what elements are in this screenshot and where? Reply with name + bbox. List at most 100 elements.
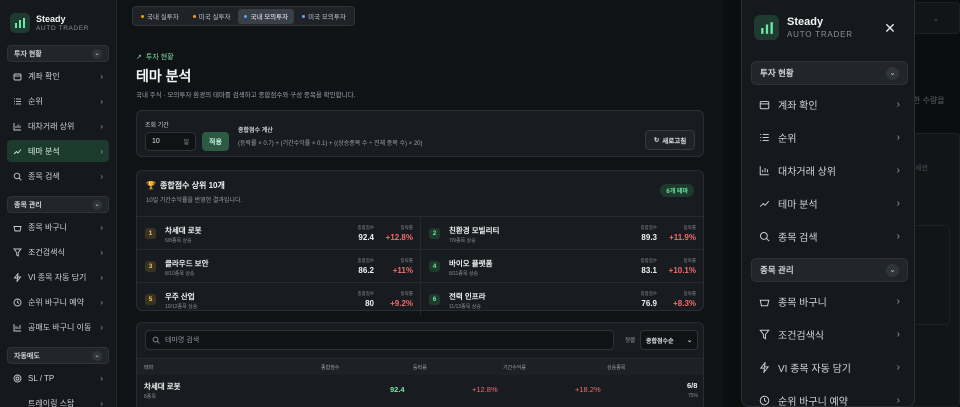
drawer-item-label: 조건검색식 — [778, 330, 824, 342]
brand-name: Steady — [36, 14, 66, 24]
chevron-right-icon: › — [100, 247, 103, 257]
trend-icon — [13, 399, 22, 407]
bar-chart-icon — [13, 323, 22, 332]
theme-up-count: 8/10종목 상승 — [165, 271, 195, 277]
drawer-item-label: VI 종목 자동 담기 — [778, 363, 851, 375]
drawer-item-rank[interactable]: 순위 › — [751, 124, 908, 150]
col-period: 기간수익률 — [503, 365, 527, 371]
drawer-item-rank-reserve[interactable]: 순위 바구니 예약 › — [751, 387, 908, 407]
list-icon — [13, 97, 22, 106]
drawer-item-account[interactable]: 계좌 확인 › — [751, 91, 908, 117]
section-label: 종목 관리 — [14, 201, 42, 209]
theme-table-card: 테마명 검색 정렬 종합점수순 ⌄ 테마 종합점수 등락률 기간수익률 상승종목 … — [136, 322, 704, 407]
list-icon — [759, 132, 770, 143]
trophy-icon: 🏆 — [146, 181, 156, 190]
rank-badge: 5 — [145, 294, 156, 305]
sidebar-item-basket[interactable]: 종목 바구니 › — [7, 216, 109, 238]
chevron-right-icon: › — [100, 322, 103, 332]
tab-us-real[interactable]: 미국 실투자 — [187, 9, 237, 24]
main-content: 국내 실투자 미국 실투자 국내 모의투자 미국 모의투자 ↗ 투자 현황 테마 … — [117, 0, 723, 407]
sidebar-item-rank-reserve[interactable]: 순위 바구니 예약 › — [7, 291, 109, 313]
sidebar-item-label: SL / TP — [28, 373, 55, 383]
theme-card[interactable]: 3 클라우드 보안 8/10종목 상승 종합점수 86.2 등락률 +11% — [137, 249, 420, 282]
search-icon — [759, 231, 770, 242]
sidebar-item-search[interactable]: 종목 검색 › — [7, 165, 109, 187]
close-icon[interactable]: ✕ — [882, 20, 898, 36]
chevron-right-icon: › — [896, 328, 900, 340]
theme-card[interactable]: 1 차세대 로봇 6/8종목 상승 종합점수 92.4 등락률 +12.8% — [137, 216, 420, 249]
sidebar-item-condition[interactable]: 조건검색식 › — [7, 241, 109, 263]
sidebar-item-label: 종목 검색 — [28, 171, 60, 181]
drawer-item-label: 대차거래 상위 — [778, 166, 836, 178]
sidebar-item-theme[interactable]: 테마 분석 › — [7, 140, 109, 162]
section-investment[interactable]: 투자 현황 ⌄ — [751, 61, 908, 85]
tab-label: 국내 모의투자 — [250, 14, 289, 21]
theme-card[interactable]: 4 바이오 플랫폼 8/11종목 상승 종합점수 83.1 등락률 +10.1% — [420, 249, 703, 282]
section-stock-mgmt[interactable]: 종목 관리 ⌄ — [751, 258, 908, 282]
background-text: 한 수량을 — [913, 96, 945, 105]
theme-card[interactable]: 6 전력 인프라 11/13종목 상승 종합점수 76.9 등락률 +8.3% — [420, 282, 703, 315]
section-label: 투자 현황 — [14, 50, 42, 58]
sidebar-item-label: 계좌 확인 — [28, 71, 60, 81]
theme-change: +9.2% — [390, 299, 413, 308]
chevron-right-icon: › — [896, 164, 900, 176]
row-up: 6/8 — [687, 381, 698, 390]
section-auto-sell[interactable]: 자동매도 ⌄ — [7, 347, 109, 364]
section-stock-mgmt[interactable]: 종목 관리 ⌄ — [7, 196, 109, 213]
drawer-item-label: 순위 바구니 예약 — [778, 396, 848, 407]
row-theme-sub: 8종목 — [144, 394, 156, 400]
sidebar-item-rank[interactable]: 순위 › — [7, 90, 109, 112]
app: Steady AUTO TRADER 투자 현황 ⌄ 계좌 확인 › 순위 › 대차거… — [0, 0, 960, 407]
sort-select[interactable]: 종합점수순 ⌄ — [640, 330, 698, 350]
chevron-right-icon: › — [100, 398, 103, 407]
status-dot — [302, 14, 306, 18]
refresh-label: 새로고침 — [662, 138, 687, 145]
section-investment[interactable]: 투자 현황 ⌄ — [7, 45, 109, 62]
search-placeholder: 테마명 검색 — [165, 337, 200, 344]
brand-subtitle: AUTO TRADER — [36, 25, 89, 32]
filter-card: 조회 기간 10 일 적용 종합점수 계산 (등락률 × 0.7) + (기간수익… — [136, 110, 704, 157]
drawer-item-basket[interactable]: 종목 바구니 › — [751, 288, 908, 314]
apply-button[interactable]: 적용 — [202, 132, 229, 151]
chevron-right-icon: › — [100, 146, 103, 156]
sidebar: Steady AUTO TRADER 투자 현황 ⌄ 계좌 확인 › 순위 › 대차거… — [0, 0, 117, 407]
row-score: 92.4 — [390, 385, 405, 394]
trend-up-icon — [759, 198, 770, 209]
drawer-item-lending[interactable]: 대차거래 상위 › — [751, 157, 908, 183]
tab-kr-mock[interactable]: 국내 모의투자 — [238, 8, 295, 24]
period-value: 10 — [152, 138, 160, 145]
col-up: 상승종목 — [607, 365, 626, 371]
tab-kr-real[interactable]: 국내 실투자 — [135, 9, 185, 24]
drawer-item-search[interactable]: 종목 검색 › — [751, 223, 908, 249]
lightning-icon — [759, 361, 770, 373]
period-input[interactable]: 10 일 — [145, 132, 196, 151]
rank-badge: 3 — [145, 261, 156, 272]
top-themes-subtitle: 10일 기간수익률을 반영한 결과입니다. — [146, 198, 243, 204]
trend-up-icon: ↗ — [136, 54, 142, 61]
chevron-right-icon: › — [100, 71, 103, 81]
brand-name: Steady — [787, 16, 824, 28]
drawer-item-condition[interactable]: 조건검색식 › — [751, 321, 908, 347]
refresh-button[interactable]: ↻ 새로고침 — [645, 130, 695, 150]
clock-icon — [759, 395, 770, 406]
rank-badge: 6 — [429, 294, 440, 305]
theme-card[interactable]: 5 우주 산업 10/12종목 상승 종합점수 80 등락률 +9.2% — [137, 282, 420, 315]
sidebar-item-vi[interactable]: VI 종목 자동 담기 › — [7, 266, 109, 288]
sidebar-item-short[interactable]: 공매도 바구니 이동 › — [7, 316, 109, 338]
target-icon — [13, 374, 22, 383]
sidebar-item-sltp[interactable]: SL / TP › — [7, 367, 109, 389]
logo — [754, 15, 779, 40]
status-dot — [244, 14, 248, 18]
theme-card[interactable]: 2 친환경 모빌리티 7/9종목 상승 종합점수 89.3 등락률 +11.9% — [420, 216, 703, 249]
score-block: 종합점수 89.3 — [640, 225, 657, 242]
sidebar-item-trailing[interactable]: 트레이링 스탑 › — [7, 392, 109, 407]
theme-name: 클라우드 보안 — [165, 259, 209, 268]
drawer-item-vi[interactable]: VI 종목 자동 담기 › — [751, 354, 908, 380]
drawer-item-theme[interactable]: 테마 분석 › — [751, 190, 908, 216]
sidebar-item-account[interactable]: 계좌 확인 › — [7, 65, 109, 87]
sidebar-item-lending[interactable]: 대차거래 상위 › — [7, 115, 109, 137]
tab-us-mock[interactable]: 미국 모의투자 — [296, 9, 352, 24]
theme-search-input[interactable]: 테마명 검색 — [145, 330, 614, 350]
chevron-right-icon: › — [100, 222, 103, 232]
chevron-down-icon: ⌄ — [92, 350, 102, 361]
